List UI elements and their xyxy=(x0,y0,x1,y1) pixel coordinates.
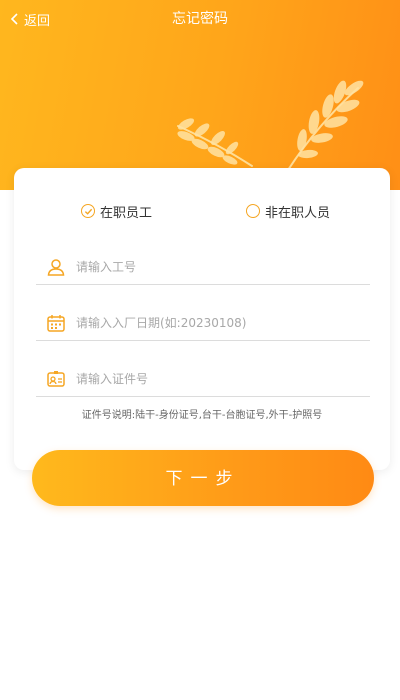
calendar-icon xyxy=(47,315,65,332)
radio-former-employee-label: 非在职人员 xyxy=(265,205,331,221)
employee-id-field xyxy=(36,250,370,285)
form-card: 在职员工 非在职人员 请输入工号 请输入入厂日期(如:20230108) 请输入… xyxy=(14,168,390,470)
user-icon xyxy=(47,259,65,276)
check-circle-icon xyxy=(81,204,95,218)
id-number-hint: 证件号说明:陆干-身份证号,台干-台胞证号,外干-护照号 xyxy=(81,410,323,421)
next-step-button[interactable]: 下一步 xyxy=(32,450,374,506)
entry-date-input[interactable] xyxy=(74,307,370,339)
entry-date-field xyxy=(36,306,370,341)
employee-id-input[interactable] xyxy=(74,251,370,283)
radio-current-employee[interactable]: 在职员工 xyxy=(81,198,152,224)
radio-circle-icon xyxy=(246,204,260,218)
id-card-icon xyxy=(47,371,65,387)
id-number-field xyxy=(36,362,370,397)
radio-current-employee-label: 在职员工 xyxy=(100,205,153,221)
id-number-input[interactable] xyxy=(74,363,370,395)
page-title: 忘记密码 xyxy=(172,11,228,27)
employee-status-group: 在职员工 非在职人员 xyxy=(14,198,390,224)
header-banner: 返回 忘记密码 xyxy=(0,0,400,190)
radio-former-employee[interactable]: 非在职人员 xyxy=(246,198,330,224)
